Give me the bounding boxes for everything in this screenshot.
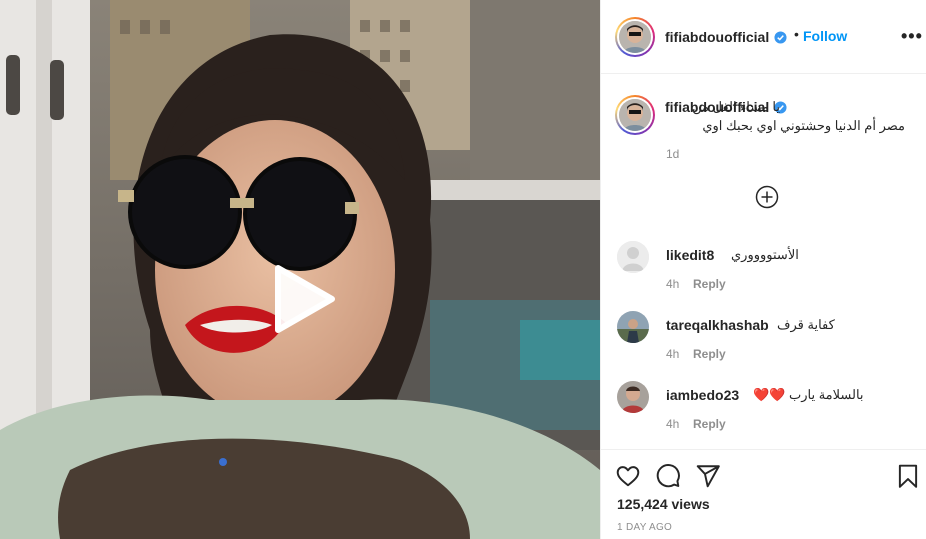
follow-button[interactable]: Follow (803, 28, 847, 44)
more-icon[interactable]: ••• (901, 26, 923, 47)
author-avatar[interactable] (615, 17, 655, 57)
commenter-avatar[interactable] (617, 241, 649, 273)
comment-text: كفاية قرف (777, 317, 835, 332)
verified-icon (774, 31, 787, 44)
comment-time: 4h (666, 277, 680, 291)
view-count[interactable]: 125,424 views (617, 496, 710, 512)
post-video[interactable] (0, 0, 600, 539)
comment-item: iambedo23 بالسلامة يارب ❤️❤️ 4h Reply (601, 381, 926, 441)
commenter-username[interactable]: tareqalkhashab (666, 317, 769, 333)
comment-item: likedit8 الأستووووري 4h Reply (601, 241, 926, 301)
heart-icon[interactable] (615, 463, 641, 489)
comment-time: 4h (666, 417, 680, 431)
commenter-avatar[interactable] (617, 311, 649, 343)
author-username[interactable]: fifiabdouofficial (665, 29, 769, 45)
reply-button[interactable]: Reply (693, 277, 726, 291)
bookmark-icon[interactable] (895, 463, 921, 489)
post-side-panel: fifiabdouofficial • Follow ••• fifiabdou… (600, 0, 926, 539)
caption-avatar[interactable] (615, 95, 655, 135)
play-icon[interactable] (270, 264, 336, 334)
comment-text: الأستووووري (731, 247, 799, 262)
reply-button[interactable]: Reply (693, 347, 726, 361)
commenter-avatar[interactable] (617, 381, 649, 413)
caption-text: يا مساء الفل من مصر أم الدنيا وحشتوني او… (692, 99, 905, 133)
reply-button[interactable]: Reply (693, 417, 726, 431)
plus-circle-icon[interactable] (755, 185, 779, 209)
share-icon[interactable] (695, 463, 721, 489)
caption-time: 1d (666, 147, 680, 161)
commenter-username[interactable]: likedit8 (666, 247, 714, 263)
post-timestamp[interactable]: 1 DAY AGO (617, 522, 672, 533)
comment-text: بالسلامة يارب ❤️❤️ (753, 387, 864, 402)
post-actions: 125,424 views 1 DAY AGO (601, 449, 926, 539)
comment-icon[interactable] (655, 463, 681, 489)
comment-item: tareqalkhashab كفاية قرف 4h Reply (601, 311, 926, 371)
commenter-username[interactable]: iambedo23 (666, 387, 739, 403)
comment-time: 4h (666, 347, 680, 361)
post-header: fifiabdouofficial • Follow ••• (601, 0, 926, 74)
separator-dot: • (794, 26, 799, 42)
